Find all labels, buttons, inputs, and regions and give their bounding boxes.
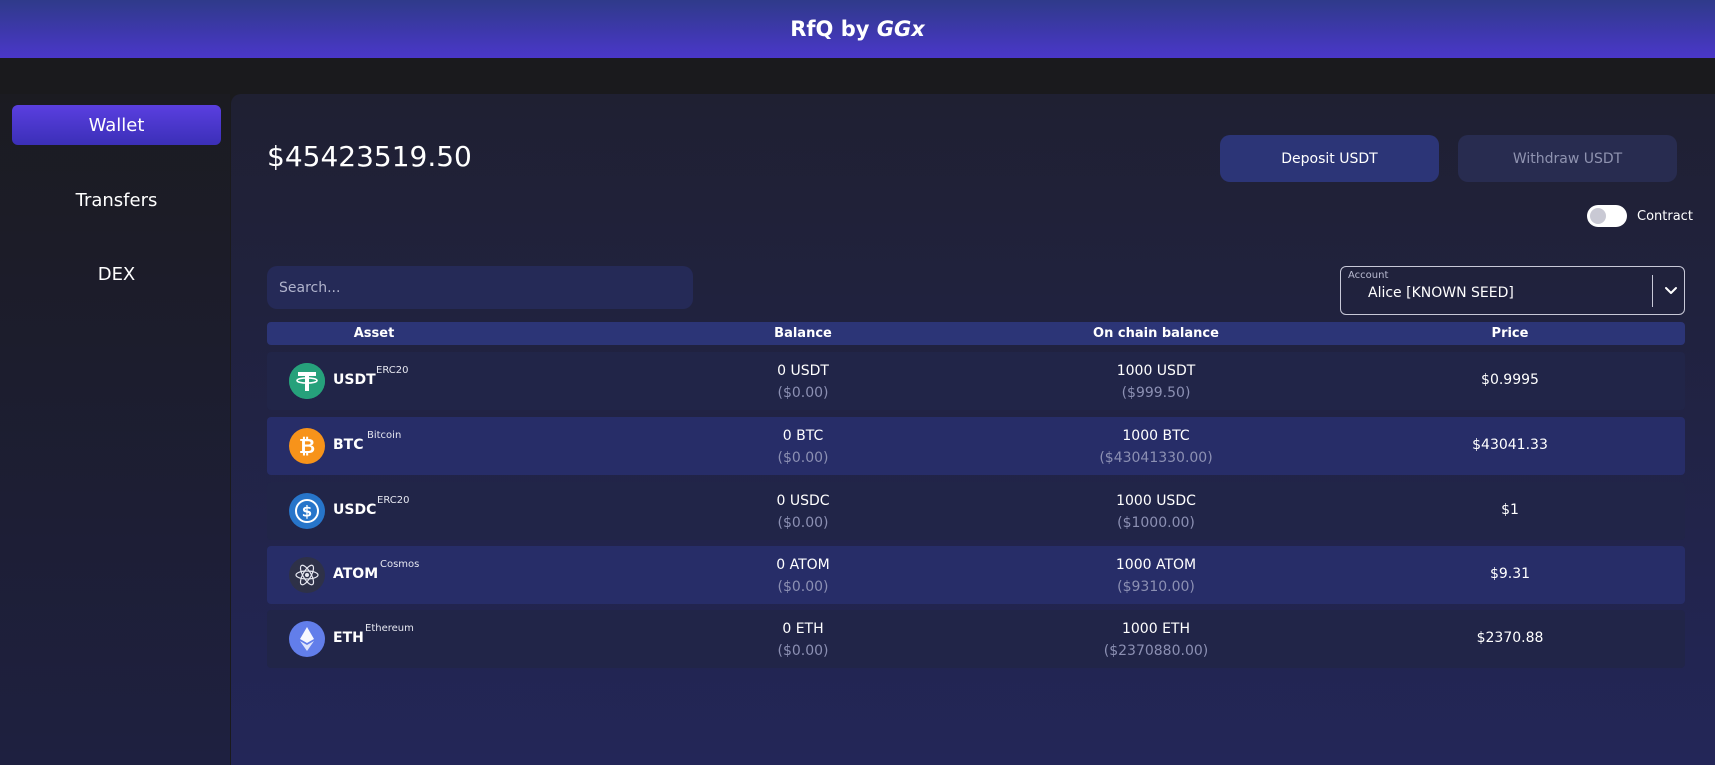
balance-amount: 0 USDC xyxy=(776,493,830,509)
balance-usd: ($0.00) xyxy=(777,643,829,659)
price-value: $43041.33 xyxy=(1472,437,1548,453)
app-title: RfQ by GGx xyxy=(790,17,925,41)
header-asset: Asset xyxy=(353,326,395,341)
table-row[interactable]: USDT ERC20 0 USDT ($0.00) 1000 USDT ($99… xyxy=(267,352,1685,410)
balance-amount: 0 USDT xyxy=(777,363,829,379)
account-divider xyxy=(1652,275,1653,307)
sidebar-item-dex[interactable]: DEX xyxy=(12,254,221,294)
balance-cell: 0 ATOM ($0.00) xyxy=(776,546,830,595)
table-row[interactable]: ETH Ethereum 0 ETH ($0.00) 1000 ETH ($23… xyxy=(267,610,1685,668)
table-row[interactable]: ₿ BTC Bitcoin 0 BTC ($0.00) 1000 BTC ($4… xyxy=(267,417,1685,475)
asset-symbol: USDT xyxy=(333,372,376,388)
contract-toggle-group: Contract xyxy=(1587,205,1693,227)
withdraw-button[interactable]: Withdraw USDT xyxy=(1458,135,1677,182)
price-value: $9.31 xyxy=(1489,566,1531,582)
balance-usd: ($0.00) xyxy=(777,385,829,401)
sidebar-item-label: DEX xyxy=(97,263,136,285)
top-bar: RfQ by GGx xyxy=(0,0,1715,58)
account-label: Account xyxy=(1348,270,1389,281)
onchain-cell: 1000 USDC ($1000.00) xyxy=(1116,482,1196,531)
chevron-down-icon[interactable] xyxy=(1663,282,1679,298)
onchain-amount: 1000 BTC xyxy=(1122,428,1190,444)
asset-symbol: ATOM xyxy=(333,566,379,582)
price-value: $0.9995 xyxy=(1481,372,1539,388)
table-header: Asset Balance On chain balance Price xyxy=(267,322,1685,345)
total-balance: $45423519.50 xyxy=(267,140,472,173)
contract-toggle[interactable] xyxy=(1587,205,1627,227)
price-value: $2370.88 xyxy=(1476,630,1544,646)
onchain-usd: ($9310.00) xyxy=(1117,579,1195,595)
search-input[interactable] xyxy=(267,266,693,309)
onchain-cell: 1000 USDT ($999.50) xyxy=(1117,352,1196,401)
svg-text:₿: ₿ xyxy=(299,434,315,458)
onchain-amount: 1000 USDC xyxy=(1116,493,1196,509)
onchain-usd: ($999.50) xyxy=(1121,385,1191,401)
price-value: $1 xyxy=(1501,502,1519,518)
app-title-prefix: RfQ by xyxy=(790,17,877,41)
toggle-knob xyxy=(1590,208,1606,224)
balance-cell: 0 USDC ($0.00) xyxy=(776,482,829,531)
balance-cell: 0 ETH ($0.00) xyxy=(777,610,828,659)
account-value: Alice [KNOWN SEED] xyxy=(1368,285,1514,301)
asset-chain: Cosmos xyxy=(380,559,420,570)
atom-icon xyxy=(289,557,325,593)
btc-icon: ₿ xyxy=(289,428,325,464)
balance-usd: ($0.00) xyxy=(777,515,829,531)
balance-amount: 0 ATOM xyxy=(776,557,830,573)
onchain-cell: 1000 ETH ($2370880.00) xyxy=(1104,610,1208,659)
onchain-amount: 1000 ATOM xyxy=(1115,557,1197,573)
balance-amount: 0 ETH xyxy=(782,621,824,637)
asset-chain: Ethereum xyxy=(365,623,414,634)
table-row[interactable]: ATOM Cosmos 0 ATOM ($0.00) 1000 ATOM ($9… xyxy=(267,546,1685,604)
balance-usd: ($0.00) xyxy=(777,579,829,595)
balance-usd: ($0.00) xyxy=(777,450,829,466)
usdc-icon: $ xyxy=(289,493,325,529)
sidebar-item-label: Wallet xyxy=(88,114,145,136)
wallet-panel: $45423519.50 Deposit USDT Withdraw USDT … xyxy=(231,94,1715,765)
asset-chain: ERC20 xyxy=(376,365,409,376)
onchain-usd: ($2370880.00) xyxy=(1103,643,1209,659)
account-select[interactable]: Account Alice [KNOWN SEED] xyxy=(1340,266,1685,315)
header-balance: Balance xyxy=(774,326,832,341)
deposit-button[interactable]: Deposit USDT xyxy=(1220,135,1439,182)
onchain-amount: 1000 ETH xyxy=(1121,621,1191,637)
table-row[interactable]: $ USDC ERC20 0 USDC ($0.00) 1000 USDC ($… xyxy=(267,482,1685,540)
asset-symbol: USDC xyxy=(333,502,377,518)
sidebar: Wallet Transfers DEX xyxy=(0,94,230,765)
header-price: Price xyxy=(1491,326,1529,341)
balance-amount: 0 BTC xyxy=(782,428,824,444)
usdt-icon xyxy=(289,363,325,399)
sidebar-item-label: Transfers xyxy=(75,189,158,211)
header-onchain: On chain balance xyxy=(1093,326,1219,341)
asset-chain: Bitcoin xyxy=(367,430,402,441)
onchain-cell: 1000 BTC ($43041330.00) xyxy=(1099,417,1212,466)
asset-symbol: ETH xyxy=(333,630,364,646)
asset-chain: ERC20 xyxy=(377,495,410,506)
sidebar-item-transfers[interactable]: Transfers xyxy=(12,180,221,220)
balance-cell: 0 BTC ($0.00) xyxy=(777,417,828,466)
onchain-usd: ($1000.00) xyxy=(1117,515,1195,531)
sidebar-item-wallet[interactable]: Wallet xyxy=(12,105,221,145)
onchain-cell: 1000 ATOM ($9310.00) xyxy=(1116,546,1196,595)
balance-cell: 0 USDT ($0.00) xyxy=(777,352,829,401)
onchain-usd: ($43041330.00) xyxy=(1099,450,1213,466)
eth-icon xyxy=(289,621,325,657)
svg-text:$: $ xyxy=(302,503,312,521)
asset-symbol: BTC xyxy=(333,437,364,453)
onchain-amount: 1000 USDT xyxy=(1116,363,1196,379)
contract-label: Contract xyxy=(1637,208,1693,224)
app-title-brand: GGx xyxy=(876,17,925,41)
